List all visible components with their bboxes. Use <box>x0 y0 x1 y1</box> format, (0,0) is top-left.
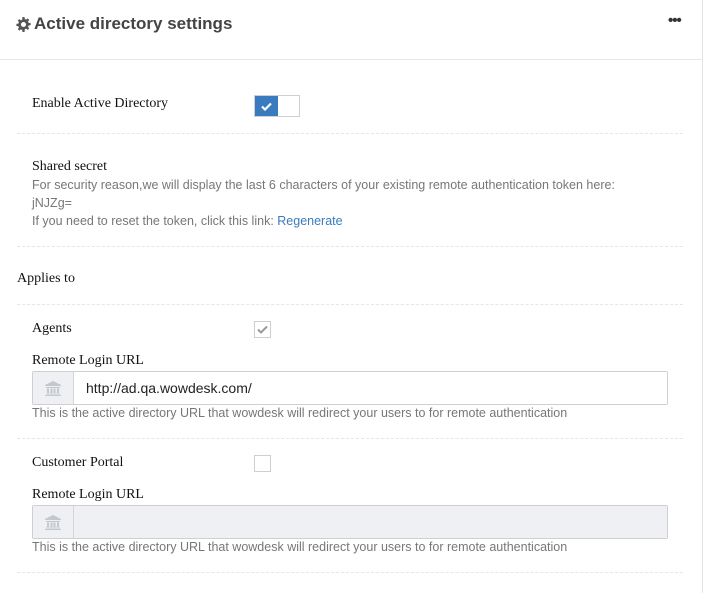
customer-portal-url-help: This is the active directory URL that wo… <box>32 540 568 554</box>
enable-ad-toggle[interactable] <box>254 95 300 117</box>
divider <box>17 133 683 134</box>
customer-portal-url-input-group <box>32 505 668 539</box>
applies-to-label: Applies to <box>17 271 75 286</box>
divider <box>17 572 683 573</box>
agents-checkbox[interactable] <box>254 321 271 338</box>
agents-label: Agents <box>32 321 72 336</box>
customer-portal-checkbox[interactable] <box>254 455 271 472</box>
enable-ad-label: Enable Active Directory <box>32 96 169 111</box>
institution-icon <box>33 372 74 404</box>
gear-icon <box>16 17 31 32</box>
shared-secret-label: Shared secret <box>32 159 108 174</box>
customer-portal-remote-login-url-label: Remote Login URL <box>32 487 144 502</box>
agents-remote-login-url-input[interactable] <box>74 372 667 404</box>
customer-portal-remote-login-url-input[interactable] <box>74 506 667 538</box>
panel-header: Active directory settings ••• <box>0 0 703 60</box>
shared-secret-description: For security reason,we will display the … <box>32 178 615 192</box>
divider <box>17 438 683 439</box>
reset-token-text: If you need to reset the token, click th… <box>32 214 343 228</box>
divider <box>17 246 683 247</box>
agents-url-help: This is the active directory URL that wo… <box>32 406 568 420</box>
toggle-on-state <box>255 96 278 116</box>
more-options-button[interactable]: ••• <box>668 12 682 29</box>
agents-remote-login-url-label: Remote Login URL <box>32 353 144 368</box>
check-icon <box>261 102 272 111</box>
reset-token-prefix: If you need to reset the token, click th… <box>32 214 278 228</box>
check-icon <box>257 325 268 334</box>
institution-icon <box>33 506 74 538</box>
regenerate-link[interactable]: Regenerate <box>277 214 342 228</box>
active-directory-panel: Active directory settings ••• Enable Act… <box>0 0 703 593</box>
shared-secret-token: jNJZg= <box>32 196 72 210</box>
agents-url-input-group <box>32 371 668 405</box>
divider <box>17 304 683 305</box>
panel-title: Active directory settings <box>34 14 233 33</box>
customer-portal-label: Customer Portal <box>32 455 124 470</box>
